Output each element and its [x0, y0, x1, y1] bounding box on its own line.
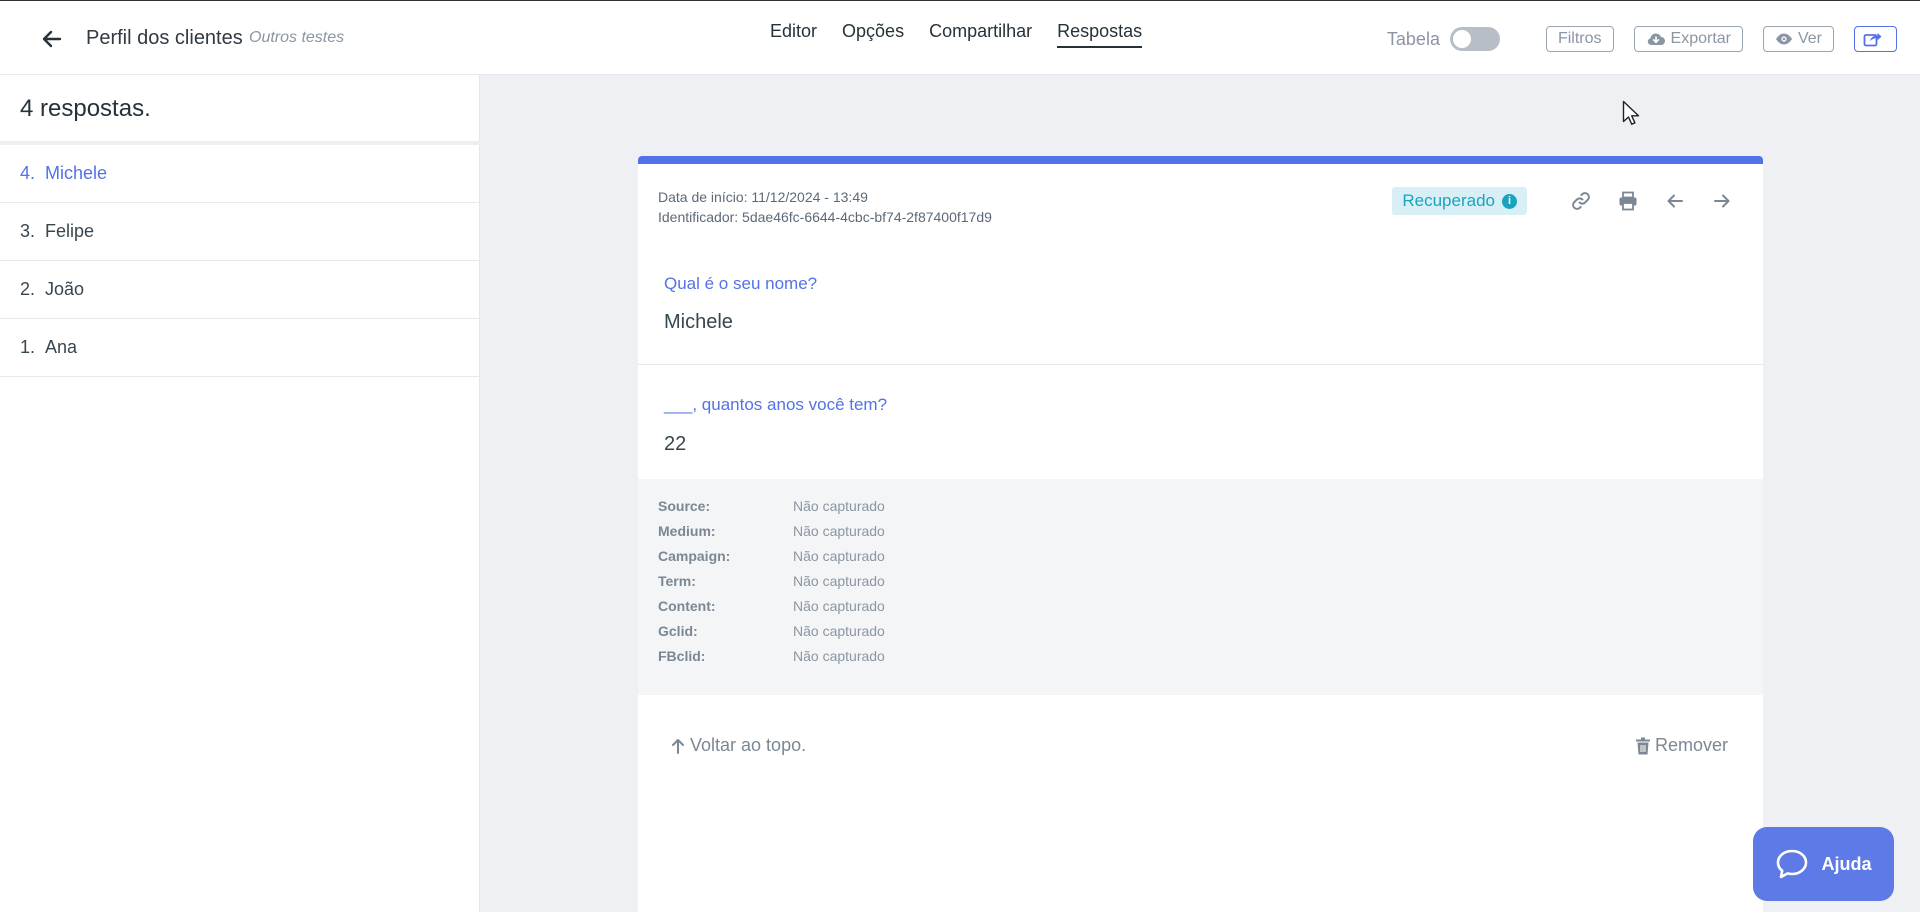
tab-share[interactable]: Compartilhar — [929, 21, 1032, 48]
response-identifier: Identificador: 5dae46fc-6644-4cbc-bf74-2… — [658, 209, 992, 225]
top-bar: Perfil dos clientes Outros testes Editor… — [0, 0, 1920, 75]
response-name: João — [45, 279, 85, 299]
back-arrow-icon[interactable] — [36, 23, 68, 55]
response-item-joao[interactable]: 2. João — [0, 261, 480, 319]
utm-value: Não capturado — [793, 548, 885, 564]
answer-text: 22 — [664, 433, 687, 455]
tab-editor[interactable]: Editor — [770, 21, 817, 48]
utm-key: Gclid: — [658, 623, 698, 639]
question-text: Qual é o seu nome? — [664, 274, 818, 293]
cloud-download-icon — [1647, 33, 1665, 45]
remove-button[interactable]: Remover — [1635, 735, 1728, 756]
help-button[interactable]: Ajuda — [1753, 827, 1894, 901]
chat-bubble-icon — [1777, 849, 1808, 879]
answer-text: Michele — [664, 311, 733, 333]
response-name: Ana — [45, 337, 78, 357]
print-icon[interactable] — [1615, 188, 1641, 214]
response-item-ana[interactable]: 1. Ana — [0, 319, 480, 377]
table-toggle[interactable] — [1449, 27, 1500, 51]
response-name: Felipe — [45, 221, 95, 241]
question-block: ___, quantos anos você tem? 22 — [638, 365, 1763, 479]
filters-label: Filtros — [1557, 30, 1602, 47]
card-footer: Voltar ao topo. Remover — [638, 695, 1763, 795]
export-label: Exportar — [1670, 30, 1731, 47]
utm-value: Não capturado — [793, 648, 885, 664]
utm-value: Não capturado — [793, 498, 885, 514]
utm-key: Content: — [658, 598, 716, 614]
main-tabs: Editor Opções Compartilhar Respostas — [770, 21, 1167, 48]
utm-value: Não capturado — [793, 598, 885, 614]
response-number: 1. — [20, 337, 36, 357]
help-label: Ajuda — [1821, 853, 1872, 874]
tab-responses[interactable]: Respostas — [1057, 21, 1143, 48]
tab-options[interactable]: Opções — [842, 21, 904, 48]
response-card: Data de início: 11/12/2024 - 13:49 Ident… — [638, 156, 1763, 912]
share-button[interactable] — [1854, 26, 1897, 52]
response-number: 2. — [20, 279, 36, 299]
status-badge-label: Recuperado — [1402, 191, 1495, 210]
info-icon[interactable]: i — [1502, 193, 1517, 209]
responses-count: 4 respostas. — [20, 95, 151, 122]
utm-key: Source: — [658, 498, 711, 514]
next-arrow-icon[interactable] — [1709, 188, 1735, 214]
responses-sidebar: 4 respostas. 4. Michele 3. Felipe 2. Joã… — [0, 75, 480, 912]
form-subtitle: Outros testes — [249, 29, 345, 46]
previous-arrow-icon[interactable] — [1662, 188, 1688, 214]
response-item-felipe[interactable]: 3. Felipe — [0, 203, 480, 261]
back-to-top-label: Voltar ao topo. — [690, 735, 807, 755]
view-button[interactable]: Ver — [1762, 26, 1834, 52]
toggle-knob — [1452, 30, 1471, 48]
share-icon — [1863, 33, 1882, 47]
view-label: Ver — [1797, 30, 1822, 47]
start-date: Data de início: 11/12/2024 - 13:49 — [658, 189, 868, 205]
utm-tracking-section: Source: Não capturado Medium: Não captur… — [638, 479, 1763, 695]
form-title: Perfil dos clientes — [86, 27, 243, 49]
table-toggle-label: Tabela — [1386, 28, 1440, 49]
utm-value: Não capturado — [793, 523, 885, 539]
remove-label: Remover — [1654, 735, 1728, 755]
arrow-up-icon — [672, 738, 684, 754]
utm-key: Campaign: — [658, 548, 731, 564]
response-item-michele[interactable]: 4. Michele — [0, 145, 480, 203]
utm-key: Term: — [658, 573, 696, 589]
response-meta: Data de início: 11/12/2024 - 13:49 Ident… — [658, 187, 992, 227]
utm-key: Medium: — [658, 523, 716, 539]
filters-button[interactable]: Filtros — [1545, 26, 1614, 52]
question-block: Qual é o seu nome? Michele — [638, 254, 1763, 365]
utm-key: FBclid: — [658, 648, 706, 664]
response-name: Michele — [45, 163, 108, 183]
link-icon[interactable] — [1568, 188, 1594, 214]
trash-icon — [1635, 737, 1650, 754]
card-actions: Recuperado i — [1392, 187, 1735, 215]
response-number: 4. — [20, 163, 36, 183]
back-to-top-link[interactable]: Voltar ao topo. — [670, 735, 806, 756]
response-number: 3. — [20, 221, 36, 241]
question-text: ___, quantos anos você tem? — [664, 395, 888, 414]
responses-list: 4. Michele 3. Felipe 2. João 1. Ana — [0, 145, 480, 377]
utm-value: Não capturado — [793, 623, 885, 639]
export-button[interactable]: Exportar — [1633, 26, 1743, 52]
status-badge: Recuperado i — [1392, 187, 1527, 215]
mouse-cursor-icon — [1622, 100, 1640, 125]
utm-value: Não capturado — [793, 573, 885, 589]
eye-icon — [1775, 33, 1792, 45]
header-controls: Tabela Filtros Exportar Ver — [1387, 25, 1897, 53]
